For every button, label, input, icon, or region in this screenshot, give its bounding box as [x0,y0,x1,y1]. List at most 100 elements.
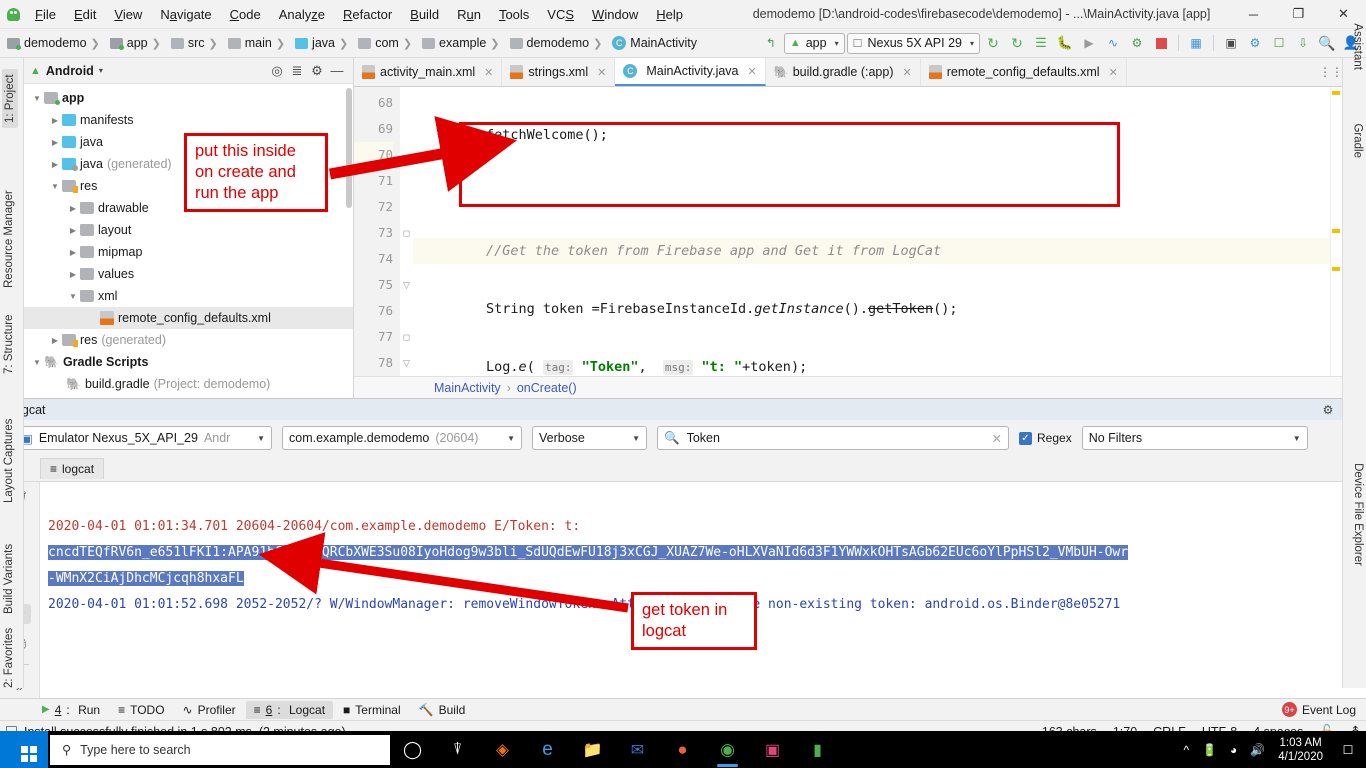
tree-item-remote-config-defaults[interactable]: remote_config_defaults.xml [24,307,353,329]
fold-icon[interactable]: ▽ [400,350,413,376]
project-view-title[interactable]: Android [46,64,94,78]
tab-remote-config-defaults-xml[interactable]: remote_config_defaults.xml ✕ [921,58,1127,86]
run-app-button[interactable]: ☰ [1030,32,1052,54]
clear-search-icon[interactable]: ✕ [992,431,1002,446]
logcat-search-input[interactable]: 🔍 Token ✕ [657,426,1009,450]
stop-button[interactable] [1150,32,1172,54]
taskbar-search-input[interactable]: ⚲ Type here to search [50,734,390,765]
hide-panel-icon[interactable]: — [327,61,347,81]
twisty-icon[interactable]: ▶ [66,248,80,257]
back-arrow-icon[interactable]: ↰ [760,32,782,54]
tool-tab-build[interactable]: 🔨 Build [411,701,474,719]
editor-breadcrumb[interactable]: MainActivity › onCreate() [354,376,1342,398]
tree-item-build-gradle[interactable]: 🐘 build.gradle (Project: demodemo) [24,373,353,395]
project-scrollbar[interactable] [346,88,352,208]
menu-edit[interactable]: Edit [65,4,105,25]
minimize-button[interactable]: ─ [1231,0,1276,29]
tree-item-xml[interactable]: ▼ xml [24,285,353,307]
device-selector[interactable]: ☐ Nexus 5X API 29 ▾ [846,32,980,54]
twisty-icon[interactable]: ▶ [48,138,62,147]
layout-inspector-icon[interactable]: ☐ [1268,32,1290,54]
breadcrumb-item-mainactivity[interactable]: C MainActivity [609,34,700,52]
breadcrumb-class[interactable]: MainActivity [434,381,501,395]
warning-mark[interactable] [1332,267,1340,271]
menu-view[interactable]: View [105,4,151,25]
wifi-icon[interactable]: ◕ [1230,743,1237,757]
notifications-icon[interactable]: ☐ [1336,731,1360,768]
locate-file-icon[interactable]: ◎ [267,61,287,81]
menu-code[interactable]: Code [221,4,270,25]
maximize-button[interactable]: ❐ [1276,0,1321,29]
fold-icon[interactable]: ▽ [400,272,413,298]
device-selector[interactable]: ▣ Emulator Nexus_5X_API_29 Andr ▼ [14,426,272,450]
sync-gradle-icon[interactable]: ⚙ [1244,32,1266,54]
tree-item-res-generated[interactable]: ▶ res (generated) [24,329,353,351]
chevron-down-icon[interactable]: ▾ [99,66,103,75]
rail-tab-resource-manager[interactable]: Resource Manager [3,190,15,288]
tab-strings-xml[interactable]: strings.xml ✕ [502,58,616,86]
menu-navigate[interactable]: Navigate [151,4,220,25]
menu-help[interactable]: Help [647,4,692,25]
close-tab-icon[interactable]: ✕ [748,65,757,78]
menu-build[interactable]: Build [401,4,448,25]
tree-item-app[interactable]: ▼ app [24,87,353,109]
fold-icon[interactable]: ◻ [400,220,413,246]
logcat-settings-gear-icon[interactable]: ⚙ [1318,400,1338,420]
filter-selector[interactable]: No Filters ▼ [1081,426,1308,450]
tool-tab-run[interactable]: ▶ 4: Run [34,701,108,719]
rail-tab-build-variants[interactable]: Build Variants [3,544,15,614]
app-icon-camera[interactable]: ▣ [750,731,795,768]
start-button[interactable] [0,731,48,768]
code-text[interactable]: fetchWelcome(); //Get the token from Fir… [413,87,1342,376]
menu-refactor[interactable]: Refactor [334,4,401,25]
breadcrumb-item-demodemo[interactable]: demodemo ❯ [4,34,107,52]
profiler-icon[interactable]: ∿ [1102,32,1124,54]
tab-activity-main-xml[interactable]: activity_main.xml ✕ [354,58,503,86]
chevron-down-icon[interactable]: ▼ [507,434,515,443]
app-icon-edge[interactable]: e [525,731,570,768]
process-selector[interactable]: com.example.demodemo (20604) ▼ [282,426,522,450]
breadcrumb-method[interactable]: onCreate() [517,381,577,395]
twisty-icon[interactable]: ▼ [66,292,80,301]
debug-button[interactable]: 🐛 [1054,32,1076,54]
breadcrumb-item-example[interactable]: example ❯ [419,34,506,52]
tree-item-values[interactable]: ▶ values [24,263,353,285]
tree-item-mipmap[interactable]: ▶ mipmap [24,241,353,263]
apply-changes-button[interactable]: ↻ [1006,32,1028,54]
run-button[interactable]: ↻ [982,32,1004,54]
chevron-down-icon[interactable]: ▼ [1293,434,1301,443]
breadcrumb-item-java[interactable]: java ❯ [292,34,355,52]
tab-list-icon[interactable]: ⋮⋮ [1319,58,1343,86]
app-icon-mail[interactable]: ✉ [615,731,660,768]
rail-tab-favorites[interactable]: 2: Favorites [3,628,15,688]
menu-file[interactable]: File [26,4,65,25]
twisty-icon[interactable]: ▶ [48,116,62,125]
taskbar-clock[interactable]: 1:03 AM 4/1/2020 [1278,736,1323,764]
app-icon-chrome[interactable]: ● [660,731,705,768]
chevron-down-icon[interactable]: ▼ [632,434,640,443]
tool-tab-logcat[interactable]: ≡ 6: Logcat [245,700,334,719]
event-log-button[interactable]: 9+ Event Log [1281,702,1366,717]
avd-manager-icon[interactable]: ▣ [1220,32,1242,54]
app-icon-misc[interactable]: ▮ [795,731,840,768]
tool-tab-profiler[interactable]: ∿ Profiler [175,701,244,719]
menu-window[interactable]: Window [583,4,647,25]
search-everywhere-icon[interactable]: 🔍 [1316,32,1338,54]
tool-tab-todo[interactable]: ≡ TODO [110,701,172,719]
close-tab-icon[interactable]: ✕ [903,66,912,79]
menu-vcs[interactable]: VCS [538,4,583,25]
battery-icon[interactable]: 🔋 [1202,743,1217,757]
breadcrumb-item-demodemo-pkg[interactable]: demodemo ❯ [507,34,610,52]
tree-item-manifests[interactable]: ▶ manifests [24,109,353,131]
volume-icon[interactable]: 🔊 [1250,743,1265,757]
collapse-all-icon[interactable]: ≣ [287,61,307,81]
download-icon[interactable]: ⇩ [1292,32,1314,54]
fold-icon[interactable]: ◻ [400,324,413,350]
warning-mark[interactable] [1332,91,1340,95]
app-icon-store[interactable]: ◈ [480,731,525,768]
close-tab-icon[interactable]: ✕ [484,66,493,79]
tree-item-gradle-scripts[interactable]: ▼ 🐘 Gradle Scripts [24,351,353,373]
breadcrumb-item-src[interactable]: src ❯ [168,34,225,52]
task-view-icon[interactable]: ⍒ [435,731,480,768]
breadcrumb-item-main[interactable]: main ❯ [225,34,292,52]
